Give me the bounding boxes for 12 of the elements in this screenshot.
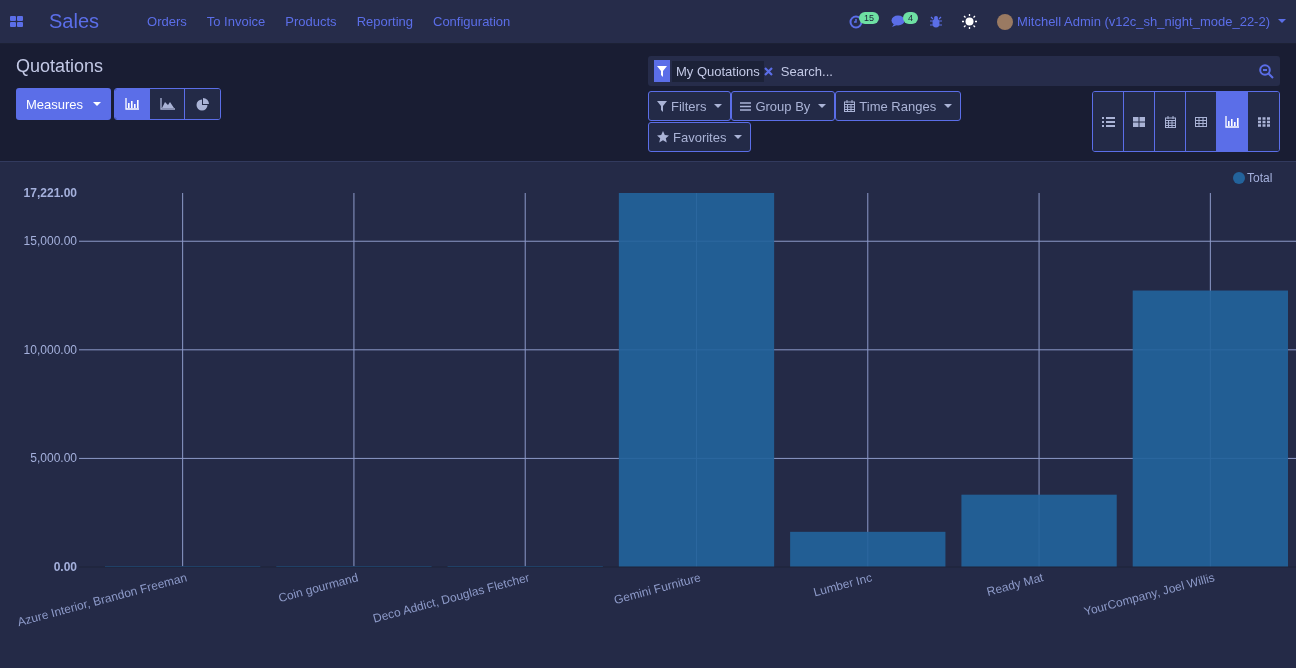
x-axis-label: Ready Mat <box>985 570 1045 599</box>
x-axis-label: Deco Addict, Douglas Fletcher <box>371 570 531 626</box>
y-axis-label: 15,000.00 <box>23 234 77 249</box>
message-count: 4 <box>903 11 919 24</box>
x-axis-label: Lumber Inc <box>811 570 874 600</box>
search-facet: My Quotations <box>672 60 764 82</box>
x-axis-label: Gemini Furniture <box>612 570 703 608</box>
y-axis-label: 10,000.00 <box>23 342 77 357</box>
y-axis-label: 17,221.00 <box>23 186 77 200</box>
page-title: Quotations <box>16 56 105 77</box>
y-axis-label: 5,000.00 <box>30 451 77 466</box>
activity-count: 15 <box>859 11 880 24</box>
